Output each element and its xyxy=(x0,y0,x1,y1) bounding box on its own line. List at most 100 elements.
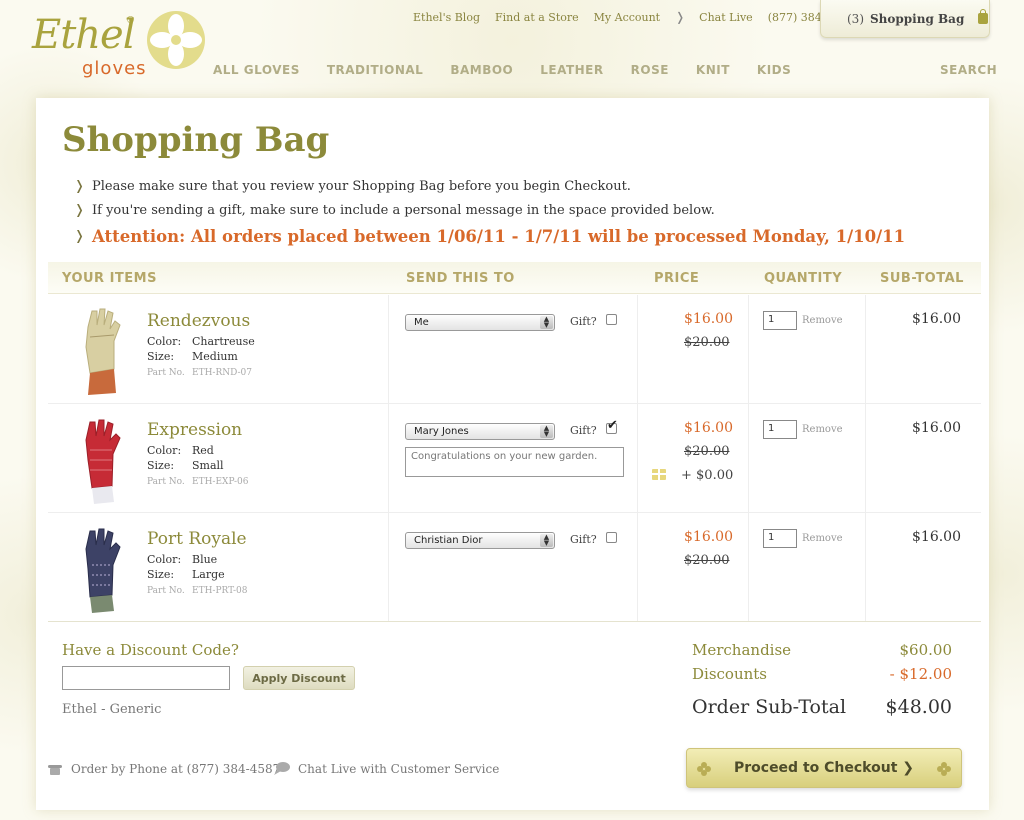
nav-bamboo[interactable]: BAMBOO xyxy=(450,63,513,77)
product-name[interactable]: Expression xyxy=(147,420,242,440)
size-value: Medium xyxy=(192,350,238,363)
color-label: Color: xyxy=(147,553,182,566)
phone-text: Order by Phone at (877) 384-4587 xyxy=(71,762,281,776)
nav-rose[interactable]: ROSE xyxy=(631,63,669,77)
send-to-value: Me xyxy=(414,317,429,328)
product-image-rendezvous[interactable] xyxy=(70,307,132,397)
size-label: Size: xyxy=(147,459,175,472)
gift-fee: + $0.00 xyxy=(681,468,734,483)
gift-checkbox[interactable] xyxy=(606,314,617,325)
quantity-input[interactable]: 1 xyxy=(763,420,797,439)
gift-checkbox[interactable] xyxy=(606,532,617,543)
link-find-store[interactable]: Find at a Store xyxy=(495,11,579,24)
product-color: Color: Blue xyxy=(147,553,217,566)
items-table-header: YOUR ITEMS SEND THIS TO PRICE QUANTITY S… xyxy=(48,262,981,294)
column-divider xyxy=(637,295,638,403)
part-value: ETH-RND-07 xyxy=(192,368,252,378)
chat-bubble-icon xyxy=(274,762,290,775)
dropdown-arrow-icon: ▲ ▼ xyxy=(540,316,553,329)
product-color: Color: Red xyxy=(147,444,214,457)
flower-ornament-icon xyxy=(937,762,951,776)
column-divider xyxy=(748,295,749,403)
merchandise-label: Merchandise xyxy=(692,641,792,659)
size-value: Large xyxy=(192,568,225,581)
column-divider xyxy=(865,404,866,512)
send-to-select[interactable]: Christian Dior ▲ ▼ xyxy=(405,532,555,549)
chevron-right-icon: ❭ xyxy=(74,228,85,244)
header-your-items: YOUR ITEMS xyxy=(62,271,157,286)
instruction-item: ❭ Please make sure that you review your … xyxy=(74,174,905,198)
nav-traditional[interactable]: TRADITIONAL xyxy=(327,63,423,77)
nav-knit[interactable]: KNIT xyxy=(696,63,730,77)
discount-title: Have a Discount Code? xyxy=(62,641,239,659)
line-subtotal: $16.00 xyxy=(912,529,961,545)
instruction-text: Please make sure that you review your Sh… xyxy=(92,178,631,194)
send-to-value: Christian Dior xyxy=(414,535,483,546)
gift-label: Gift? xyxy=(570,533,597,546)
utility-links: Ethel's Blog Find at a Store My Account … xyxy=(413,10,869,24)
gift-label: Gift? xyxy=(570,315,597,328)
product-size: Size: Small xyxy=(147,459,224,472)
chat-text: Chat Live with Customer Service xyxy=(298,762,500,776)
size-label: Size: xyxy=(147,350,175,363)
order-subtotal-label: Order Sub-Total xyxy=(692,696,847,718)
gift-checkbox[interactable] xyxy=(606,418,618,434)
product-size: Size: Large xyxy=(147,568,225,581)
product-color: Color: Chartreuse xyxy=(147,335,255,348)
send-to-value: Mary Jones xyxy=(414,426,469,437)
send-to-select[interactable]: Mary Jones ▲ ▼ xyxy=(405,423,555,440)
remove-link[interactable]: Remove xyxy=(802,533,843,544)
discount-code-input[interactable] xyxy=(62,666,230,690)
shopping-bag-tab[interactable]: (3) Shopping Bag xyxy=(820,0,990,38)
merchandise-value: $60.00 xyxy=(899,641,953,659)
original-price: $20.00 xyxy=(684,444,730,459)
remove-link[interactable]: Remove xyxy=(802,424,843,435)
header-send-to: SEND THIS TO xyxy=(406,271,515,286)
chat-live-link[interactable]: Chat Live with Customer Service xyxy=(274,762,499,776)
instruction-text: If you're sending a gift, make sure to i… xyxy=(92,202,715,218)
dropdown-arrow-icon: ▲ ▼ xyxy=(540,425,553,438)
gift-message-textarea[interactable]: Congratulations on your new garden. xyxy=(405,447,624,477)
product-image-expression[interactable] xyxy=(70,416,132,506)
link-blog[interactable]: Ethel's Blog xyxy=(413,11,480,24)
order-by-phone[interactable]: Order by Phone at (877) 384-4587 xyxy=(48,762,280,776)
part-label: Part No. xyxy=(147,368,185,378)
attention-notice: ❭ Attention: All orders placed between 1… xyxy=(74,222,905,250)
line-subtotal: $16.00 xyxy=(912,311,961,327)
line-subtotal: $16.00 xyxy=(912,420,961,436)
column-divider xyxy=(748,513,749,621)
sale-price: $16.00 xyxy=(684,529,733,545)
sale-price: $16.00 xyxy=(684,420,733,436)
nav-leather[interactable]: LEATHER xyxy=(540,63,603,77)
nav-all-gloves[interactable]: ALL GLOVES xyxy=(213,63,300,77)
send-to-select[interactable]: Me ▲ ▼ xyxy=(405,314,555,331)
original-price: $20.00 xyxy=(684,553,730,568)
gift-label: Gift? xyxy=(570,424,597,437)
nav-kids[interactable]: KIDS xyxy=(757,63,791,77)
color-value: Blue xyxy=(192,553,218,566)
product-name[interactable]: Port Royale xyxy=(147,529,247,549)
phone-icon xyxy=(48,765,62,775)
product-name[interactable]: Rendezvous xyxy=(147,311,250,331)
link-my-account[interactable]: My Account xyxy=(594,11,660,24)
search-link[interactable]: SEARCH xyxy=(940,63,997,77)
product-image-port-royale[interactable] xyxy=(70,525,132,615)
discounts-label: Discounts xyxy=(692,665,767,683)
header-quantity: QUANTITY xyxy=(764,271,843,286)
brand-logo[interactable]: Ethel ® gloves xyxy=(30,10,210,85)
original-price: $20.00 xyxy=(684,335,730,350)
checkout-label: Proceed to Checkout ❯ xyxy=(733,760,914,776)
quantity-input[interactable]: 1 xyxy=(763,529,797,548)
product-part-no: Part No. ETH-PRT-08 xyxy=(147,586,247,596)
remove-link[interactable]: Remove xyxy=(802,315,843,326)
chevron-right-icon: ❭ xyxy=(74,202,85,218)
quantity-input[interactable]: 1 xyxy=(763,311,797,330)
part-label: Part No. xyxy=(147,477,185,487)
column-divider xyxy=(388,404,389,512)
bag-label: Shopping Bag xyxy=(870,11,965,26)
link-chat-live[interactable]: Chat Live xyxy=(699,11,753,24)
apply-discount-button[interactable]: Apply Discount xyxy=(243,666,355,690)
brand-registered-mark: ® xyxy=(126,16,135,26)
page-title: Shopping Bag xyxy=(62,120,330,160)
proceed-to-checkout-button[interactable]: Proceed to Checkout ❯ xyxy=(686,748,962,788)
